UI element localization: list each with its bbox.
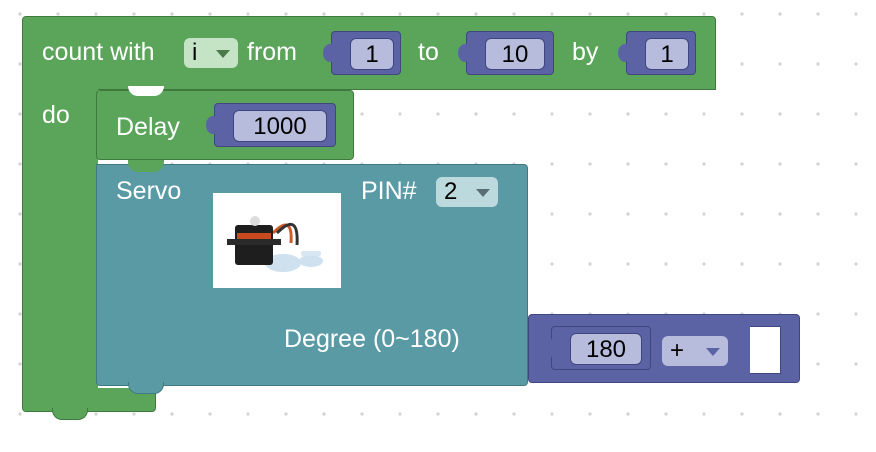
to-label: to <box>418 38 439 66</box>
delay-number-block[interactable]: 1000 <box>206 103 336 147</box>
servo-horn-shape <box>299 255 323 267</box>
servo-shaft <box>250 216 260 226</box>
variable-dropdown-value: i <box>192 39 198 66</box>
servo-label: Servo <box>116 177 182 205</box>
empty-input-slot[interactable] <box>750 326 781 374</box>
servo-motor-image <box>213 193 341 288</box>
loop-block-notch <box>52 408 88 420</box>
loop-block-side <box>22 89 98 389</box>
pin-label: PIN# <box>361 177 417 205</box>
to-number-field[interactable]: 10 <box>485 38 545 70</box>
from-label: from <box>247 38 297 66</box>
from-number-block[interactable]: 1 <box>323 31 401 75</box>
variable-dropdown[interactable]: i <box>184 38 238 68</box>
chevron-down-icon <box>216 50 230 58</box>
pin-dropdown[interactable]: 2 <box>436 177 498 207</box>
by-label: by <box>572 38 599 66</box>
chevron-down-icon <box>706 348 720 356</box>
operator-dropdown[interactable]: + <box>662 336 728 366</box>
chevron-down-icon <box>476 189 490 197</box>
servo-block-bottom-notch <box>128 382 164 394</box>
delay-block-notch <box>128 86 164 96</box>
from-number-field[interactable]: 1 <box>350 38 394 70</box>
count-with-label: count with <box>42 38 155 66</box>
by-number-block[interactable]: 1 <box>618 31 696 75</box>
degree-label: Degree (0~180) <box>284 325 460 353</box>
pin-dropdown-value: 2 <box>444 178 458 205</box>
delay-label: Delay <box>116 113 180 141</box>
servo-horn-shape <box>301 251 321 256</box>
operator-dropdown-value: + <box>670 337 685 364</box>
to-number-block[interactable]: 10 <box>458 31 554 75</box>
do-label: do <box>42 101 70 129</box>
by-number-field[interactable]: 1 <box>645 38 689 70</box>
degree-number-block[interactable]: 180 <box>543 326 651 370</box>
delay-number-field[interactable]: 1000 <box>233 110 327 142</box>
servo-block-notch <box>128 160 164 172</box>
servo-mount-tab <box>227 239 281 245</box>
degree-number-field[interactable]: 180 <box>570 333 642 365</box>
